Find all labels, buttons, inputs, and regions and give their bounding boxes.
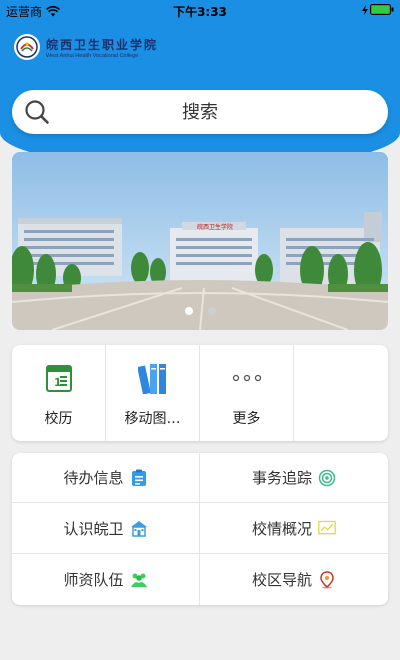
- clipboard-icon: [131, 469, 146, 486]
- calendar-icon: 1: [45, 365, 72, 392]
- college-logo: 皖西卫生职业学院 West Anhui Health Vocational Co…: [14, 34, 158, 60]
- info-todo[interactable]: 待办信息: [12, 453, 200, 503]
- info-navigation[interactable]: 校区导航: [200, 554, 388, 605]
- info-about-label: 认识皖卫: [63, 519, 124, 538]
- battery-group: [362, 4, 394, 15]
- info-faculty-label: 师资队伍: [63, 571, 124, 589]
- function-panel: 1 校历 移动图… 更多: [12, 345, 388, 441]
- target-icon: [318, 469, 336, 486]
- info-grid: 待办信息 事务追踪 认识皖卫 校情概况 师资队伍 校区导航: [12, 453, 388, 605]
- people-icon: [130, 573, 147, 587]
- info-about[interactable]: 认识皖卫: [12, 503, 200, 554]
- location-icon: [320, 570, 334, 588]
- library-books-icon: [137, 364, 166, 394]
- func-calendar[interactable]: 1 校历: [12, 345, 106, 441]
- func-more-label: 更多: [232, 411, 261, 427]
- college-emblem-icon: [14, 34, 40, 60]
- search-bar[interactable]: [12, 90, 388, 134]
- building-sign: 皖西卫生学院: [197, 223, 233, 231]
- info-faculty[interactable]: 师资队伍: [12, 554, 200, 605]
- func-more[interactable]: 更多: [200, 345, 294, 441]
- banner-pagination: [12, 307, 388, 315]
- info-overview[interactable]: 校情概况: [200, 503, 388, 554]
- chart-icon: [318, 520, 336, 535]
- info-navigation-label: 校区导航: [251, 571, 312, 589]
- status-bar: 运营商 下午3:33: [0, 0, 400, 20]
- banner-dot-2[interactable]: [207, 307, 216, 315]
- banner-dot-1[interactable]: [184, 307, 193, 315]
- info-tracking-label: 事务追踪: [251, 469, 312, 487]
- func-library[interactable]: 移动图…: [106, 345, 200, 441]
- more-icon: [232, 374, 261, 382]
- info-todo-label: 待办信息: [63, 469, 124, 487]
- banner-carousel[interactable]: 皖西卫生学院: [12, 152, 388, 330]
- college-name-en: West Anhui Health Vocational College: [46, 52, 139, 59]
- college-name-cn: 皖西卫生职业学院: [46, 37, 159, 52]
- campus-photo: 皖西卫生学院: [12, 152, 388, 330]
- func-library-label: 移动图…: [124, 411, 181, 427]
- search-input[interactable]: [12, 101, 388, 123]
- school-icon: [130, 521, 147, 537]
- func-calendar-label: 校历: [44, 411, 73, 427]
- status-time: 下午3:33: [173, 5, 227, 19]
- info-tracking[interactable]: 事务追踪: [200, 453, 388, 503]
- search-icon: [25, 100, 49, 124]
- battery-icon: [370, 4, 394, 15]
- info-overview-label: 校情概况: [251, 519, 312, 538]
- charging-icon: [362, 4, 368, 15]
